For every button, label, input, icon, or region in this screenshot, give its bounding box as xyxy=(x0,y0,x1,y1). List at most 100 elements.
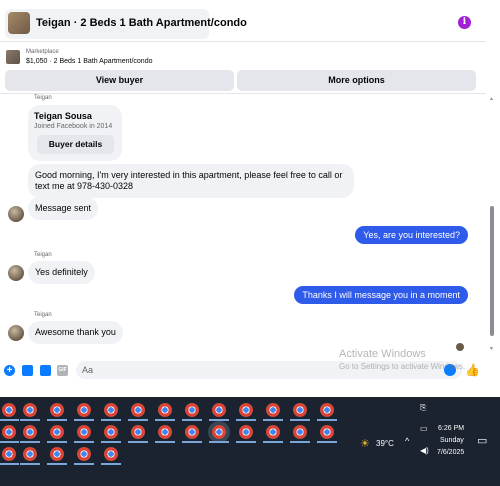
taskbar-running-indicator xyxy=(20,419,40,421)
weather-temperature[interactable]: 39°C xyxy=(376,439,394,448)
browser-taskbar-icon[interactable] xyxy=(158,425,172,439)
photo-icon[interactable] xyxy=(22,365,33,376)
network-icon[interactable]: ▭ xyxy=(420,424,428,433)
taskbar-running-indicator xyxy=(101,419,121,421)
browser-taskbar-icon[interactable] xyxy=(2,403,16,417)
browser-taskbar-icon[interactable] xyxy=(266,403,280,417)
browser-taskbar-icon[interactable] xyxy=(50,425,64,439)
browser-taskbar-icon[interactable] xyxy=(50,447,64,461)
browser-taskbar-icon[interactable] xyxy=(23,425,37,439)
sender-label: Teigan xyxy=(34,312,52,318)
taskbar-running-indicator xyxy=(20,441,40,443)
watermark-title: Activate Windows xyxy=(339,348,426,360)
message-placeholder: Aa xyxy=(82,365,94,375)
weather-icon[interactable]: ☀ xyxy=(360,437,370,450)
taskbar-running-indicator xyxy=(182,419,202,421)
taskbar-running-indicator xyxy=(20,463,40,465)
clock-time[interactable]: 6:26 PM xyxy=(438,425,464,432)
browser-taskbar-icon[interactable] xyxy=(2,447,16,461)
taskbar-running-indicator xyxy=(101,463,121,465)
scrollbar[interactable]: ▲ ▼ xyxy=(488,94,496,356)
usb-icon[interactable]: ⎘ xyxy=(420,403,426,413)
taskbar-running-indicator xyxy=(74,419,94,421)
taskbar-running-indicator xyxy=(74,463,94,465)
gif-icon[interactable]: GIF xyxy=(57,365,68,376)
browser-taskbar-icon[interactable] xyxy=(158,403,172,417)
browser-taskbar-icon[interactable] xyxy=(293,425,307,439)
taskbar-running-indicator xyxy=(290,419,310,421)
chat-header: Teigan · 2 Beds 1 Bath Apartment/condo i xyxy=(0,0,486,42)
view-buyer-button[interactable]: View buyer xyxy=(5,70,234,91)
message-bubble-incoming: Message sent xyxy=(28,197,99,220)
taskbar-running-indicator xyxy=(290,441,310,443)
taskbar-running-indicator xyxy=(47,419,67,421)
watermark-subtitle: Go to Settings to activate Windows. xyxy=(339,362,466,371)
browser-taskbar-icon[interactable] xyxy=(77,447,91,461)
scroll-thumb[interactable] xyxy=(490,206,494,336)
plus-icon[interactable]: + xyxy=(4,365,15,376)
sticker-icon[interactable] xyxy=(40,365,51,376)
browser-taskbar-icon[interactable] xyxy=(320,403,334,417)
windows-taskbar: ☀ 39°C ^ ⎘ ▭ ◀) 6:26 PM Sunday 7/6/2025 … xyxy=(0,397,500,486)
browser-taskbar-icon[interactable] xyxy=(185,425,199,439)
activate-windows-watermark: Activate Windows Go to Settings to activ… xyxy=(339,348,465,371)
message-bubble-incoming: Good morning, I'm very interested in thi… xyxy=(28,164,354,198)
taskbar-running-indicator xyxy=(74,441,94,443)
taskbar-running-indicator xyxy=(155,441,175,443)
conversation-title[interactable]: Teigan · 2 Beds 1 Bath Apartment/condo xyxy=(36,17,247,29)
message-list: Teigan Teigan Sousa Joined Facebook in 2… xyxy=(0,94,486,356)
notification-icon[interactable]: ▭ xyxy=(477,434,487,447)
taskbar-running-indicator xyxy=(236,441,256,443)
taskbar-running-indicator xyxy=(47,441,67,443)
browser-taskbar-icon[interactable] xyxy=(212,403,226,417)
volume-icon[interactable]: ◀) xyxy=(420,446,429,455)
thumbs-up-icon[interactable]: 👍 xyxy=(465,363,480,377)
message-bubble-outgoing: Thanks I will message you in a moment xyxy=(294,286,468,304)
browser-taskbar-icon[interactable] xyxy=(239,403,253,417)
browser-taskbar-icon[interactable] xyxy=(77,403,91,417)
browser-taskbar-icon[interactable] xyxy=(266,425,280,439)
browser-taskbar-icon[interactable] xyxy=(131,425,145,439)
browser-taskbar-icon[interactable] xyxy=(104,425,118,439)
browser-taskbar-icon[interactable] xyxy=(50,403,64,417)
buyer-card: Teigan Sousa Joined Facebook in 2014 Buy… xyxy=(28,105,122,161)
chevron-up-icon[interactable]: ^ xyxy=(405,436,409,446)
browser-taskbar-icon[interactable] xyxy=(239,425,253,439)
chat-window: Teigan · 2 Beds 1 Bath Apartment/condo i… xyxy=(0,0,500,397)
taskbar-running-indicator xyxy=(263,419,283,421)
clock-date[interactable]: 7/6/2025 xyxy=(437,449,464,456)
marketplace-banner: Marketplace $1,050 · 2 Beds 1 Bath Apart… xyxy=(0,42,486,94)
browser-taskbar-icon[interactable] xyxy=(320,425,334,439)
browser-taskbar-icon[interactable] xyxy=(104,447,118,461)
taskbar-running-indicator xyxy=(101,441,121,443)
taskbar-running-indicator xyxy=(128,419,148,421)
scroll-down-arrow-icon[interactable]: ▼ xyxy=(489,346,494,352)
info-icon[interactable]: i xyxy=(458,16,471,29)
listing-image xyxy=(6,50,20,64)
taskbar-running-indicator xyxy=(128,441,148,443)
buyer-name: Teigan Sousa xyxy=(34,111,92,121)
sender-label: Teigan xyxy=(34,95,52,101)
listing-summary[interactable]: $1,050 · 2 Beds 1 Bath Apartment/condo xyxy=(26,58,152,65)
avatar[interactable] xyxy=(8,206,24,222)
more-options-button[interactable]: More options xyxy=(237,70,476,91)
taskbar-running-indicator xyxy=(209,441,229,443)
browser-taskbar-icon[interactable] xyxy=(2,425,16,439)
browser-taskbar-icon[interactable] xyxy=(293,403,307,417)
browser-taskbar-icon[interactable] xyxy=(212,425,226,439)
taskbar-running-indicator xyxy=(182,441,202,443)
avatar[interactable] xyxy=(8,325,24,341)
browser-taskbar-icon[interactable] xyxy=(23,403,37,417)
avatar[interactable] xyxy=(8,265,24,281)
browser-taskbar-icon[interactable] xyxy=(131,403,145,417)
buyer-details-button[interactable]: Buyer details xyxy=(37,135,114,154)
browser-taskbar-icon[interactable] xyxy=(185,403,199,417)
taskbar-running-indicator xyxy=(263,441,283,443)
browser-taskbar-icon[interactable] xyxy=(23,447,37,461)
clock-day[interactable]: Sunday xyxy=(440,437,464,444)
browser-taskbar-icon[interactable] xyxy=(77,425,91,439)
browser-taskbar-icon[interactable] xyxy=(104,403,118,417)
scroll-up-arrow-icon[interactable]: ▲ xyxy=(489,96,494,102)
taskbar-running-indicator xyxy=(155,419,175,421)
taskbar-running-indicator xyxy=(317,441,337,443)
